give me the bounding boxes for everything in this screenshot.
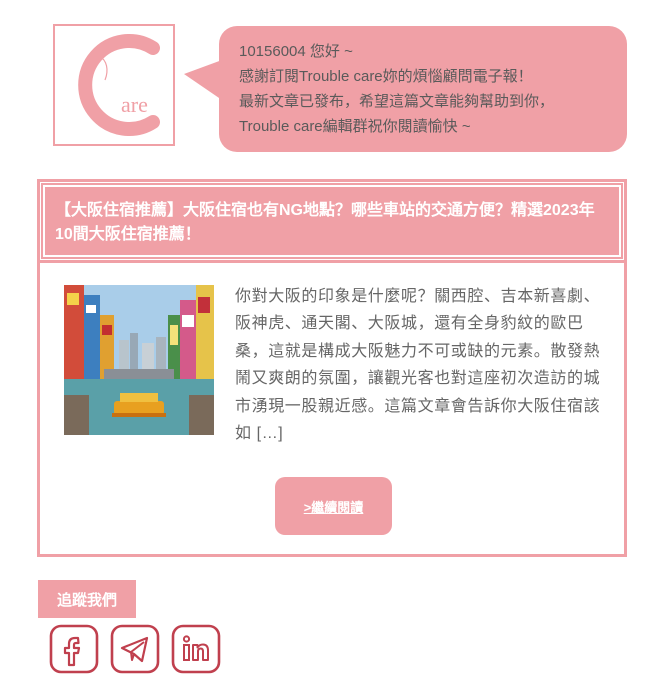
greeting-line-2: 感謝訂閱Trouble care妳的煩惱顧問電子報！ [239, 68, 533, 85]
greeting-line-3: 最新文章已發布，希望這篇文章能夠幫助到你， [239, 93, 555, 110]
greeting-line-1: 10156004 您好 ~ [239, 43, 353, 60]
greeting-line-4: Trouble care編輯群祝你閱讀愉快 ~ [239, 118, 471, 135]
telegram-icon[interactable] [110, 624, 160, 674]
facebook-icon[interactable] [49, 624, 99, 674]
linkedin-icon[interactable] [171, 624, 221, 674]
article-title-box[interactable]: 【大阪住宿推薦】大阪住宿也有NG地點？哪些車站的交通方便？精選2023年10間大… [41, 183, 623, 259]
greeting-bubble: 10156004 您好 ~ 感謝訂閱Trouble care妳的煩惱顧問電子報！… [219, 26, 627, 152]
logo-wordmark: are [121, 92, 148, 117]
brand-logo: are [53, 24, 175, 146]
bubble-tail [184, 60, 222, 100]
follow-us-label: 追蹤我們 [38, 580, 136, 618]
article-card: 【大阪住宿推薦】大阪住宿也有NG地點？哪些車站的交通方便？精選2023年10間大… [37, 179, 627, 557]
article-photo[interactable] [64, 285, 214, 435]
article-title[interactable]: 【大阪住宿推薦】大阪住宿也有NG地點？哪些車站的交通方便？精選2023年10間大… [55, 199, 607, 247]
article-excerpt: 你對大阪的印象是什麼呢？關西腔、吉本新喜劇、阪神虎、通天閣、大阪城，還有全身豹紋… [235, 288, 601, 443]
card-divider [40, 260, 624, 263]
read-more-button[interactable]: >繼續閱讀 [275, 477, 392, 535]
